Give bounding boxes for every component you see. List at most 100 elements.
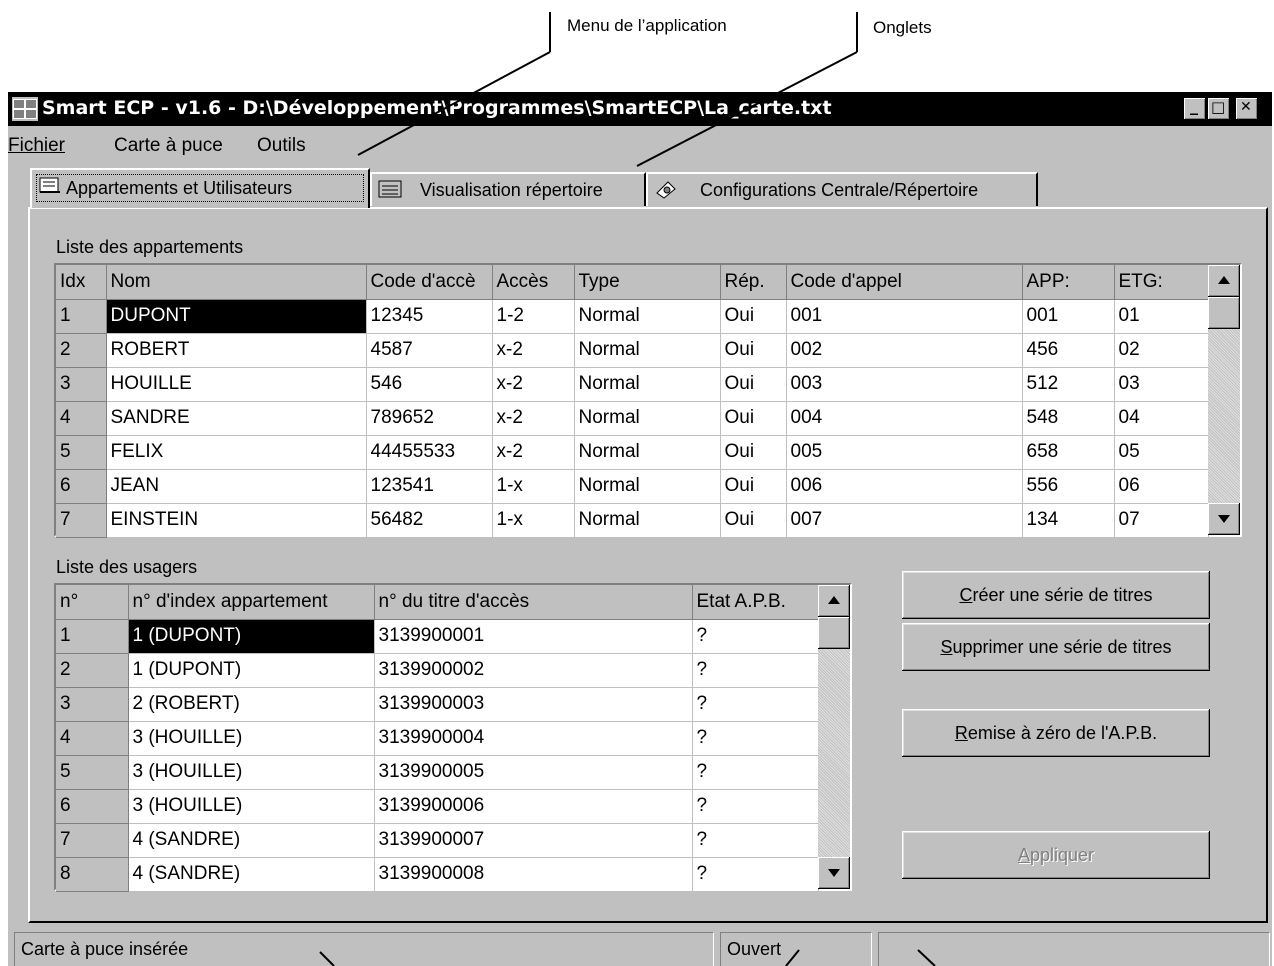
table-cell[interactable]: 6 (56, 469, 107, 504)
close-button[interactable]: ✕ (1236, 98, 1258, 120)
table-cell[interactable]: 2 (56, 333, 107, 368)
column-header[interactable]: n° d'index appartement (128, 585, 375, 620)
scroll-thumb[interactable] (1208, 297, 1240, 329)
table-cell[interactable]: 01 (1114, 299, 1209, 334)
table-row[interactable]: 53 (HOUILLE) 3139900005? (56, 755, 819, 790)
table-cell[interactable]: ? (692, 755, 819, 790)
table-cell[interactable]: 5 (56, 755, 129, 790)
table-cell[interactable]: Oui (720, 435, 787, 470)
table-cell[interactable]: Normal (574, 401, 721, 436)
column-header[interactable]: Nom (106, 265, 367, 300)
table-cell[interactable]: x-2 (492, 435, 575, 470)
scroll-thumb[interactable] (818, 617, 850, 649)
table-cell[interactable]: 6 (56, 789, 129, 824)
table-cell[interactable]: 512 (1022, 367, 1115, 402)
table-cell[interactable]: x-2 (492, 367, 575, 402)
scroll-down-button[interactable] (818, 857, 850, 889)
table-cell[interactable]: 006 (786, 469, 1023, 504)
table-cell[interactable]: 03 (1114, 367, 1209, 402)
column-header[interactable]: ETG: (1114, 265, 1209, 300)
table-cell[interactable]: Oui (720, 503, 787, 538)
menu-carte-a-puce[interactable]: Carte à puce (114, 135, 223, 157)
table-row[interactable]: 11 (DUPONT) 3139900001? (56, 619, 819, 654)
table-cell[interactable]: SANDRE (106, 401, 367, 436)
table-row[interactable]: 74 (SANDRE) 3139900007? (56, 823, 819, 858)
table-cell[interactable]: 1-x (492, 503, 575, 538)
table-cell[interactable]: 658 (1022, 435, 1115, 470)
table-cell[interactable]: Normal (574, 299, 721, 334)
table-cell[interactable]: 005 (786, 435, 1023, 470)
table-cell[interactable]: 123541 (366, 469, 493, 504)
table-cell[interactable]: 004 (786, 401, 1023, 436)
tab-appartements[interactable]: Appartements et Utilisateurs (30, 168, 370, 208)
reset-apb-button[interactable]: Remise à zéro de l'A.P.B. (902, 709, 1210, 757)
table-row[interactable]: 6 JEAN 123541 1-x Normal Oui 006 556 06 (56, 469, 1209, 504)
table-cell[interactable]: 2 (ROBERT) (128, 687, 375, 722)
table-cell[interactable]: x-2 (492, 401, 575, 436)
table-cell[interactable]: 56482 (366, 503, 493, 538)
create-series-button[interactable]: Créer une série de titres (902, 571, 1210, 619)
table-cell[interactable]: 07 (1114, 503, 1209, 538)
column-header[interactable]: n° (56, 585, 129, 620)
menu-outils[interactable]: Outils (257, 135, 306, 157)
table-cell[interactable]: 007 (786, 503, 1023, 538)
table-cell[interactable]: 02 (1114, 333, 1209, 368)
table-row[interactable]: 3 HOUILLE 546 x-2 Normal Oui 003 512 03 (56, 367, 1209, 402)
users-scrollbar[interactable] (818, 585, 850, 889)
table-cell[interactable]: HOUILLE (106, 367, 367, 402)
table-cell[interactable]: 001 (786, 299, 1023, 334)
table-cell[interactable]: Oui (720, 367, 787, 402)
table-cell[interactable]: 3 (HOUILLE) (128, 789, 375, 824)
table-cell[interactable]: Oui (720, 401, 787, 436)
table-cell[interactable]: 1-x (492, 469, 575, 504)
table-row[interactable]: 32 (ROBERT) 3139900003? (56, 687, 819, 722)
table-cell[interactable]: Oui (720, 333, 787, 368)
table-cell[interactable]: 1 (56, 619, 129, 654)
minimize-button[interactable]: _ (1184, 96, 1206, 120)
table-cell[interactable]: ? (692, 721, 819, 756)
table-cell[interactable]: ? (692, 619, 819, 654)
table-cell[interactable]: 06 (1114, 469, 1209, 504)
table-cell[interactable]: ? (692, 823, 819, 858)
table-row[interactable]: 84 (SANDRE) 3139900008? (56, 857, 819, 892)
column-header[interactable]: Accès (492, 265, 575, 300)
column-header[interactable]: n° du titre d'accès (374, 585, 693, 620)
table-cell[interactable]: Normal (574, 469, 721, 504)
delete-series-button[interactable]: Supprimer une série de titres (902, 623, 1210, 671)
table-cell[interactable]: Normal (574, 333, 721, 368)
table-cell[interactable]: Normal (574, 503, 721, 538)
table-row[interactable]: 2 ROBERT 4587 x-2 Normal Oui 002 456 02 (56, 333, 1209, 368)
title-bar[interactable]: Smart ECP - v1.6 - D:\Développement\Prog… (8, 92, 1272, 126)
table-cell[interactable]: 556 (1022, 469, 1115, 504)
table-cell[interactable]: 1 (DUPONT) (128, 653, 375, 688)
table-cell[interactable]: 4 (SANDRE) (128, 857, 375, 892)
tab-configurations[interactable]: Configurations Centrale/Répertoire (646, 172, 1038, 206)
column-header[interactable]: Rép. (720, 265, 787, 300)
apply-button[interactable]: Appliquer (902, 831, 1210, 879)
table-cell[interactable]: 548 (1022, 401, 1115, 436)
table-cell[interactable]: 3 (56, 687, 129, 722)
table-cell[interactable]: ROBERT (106, 333, 367, 368)
tab-visualisation-repertoire[interactable]: Visualisation répertoire (370, 172, 646, 206)
table-cell[interactable]: 3139900007 (374, 823, 693, 858)
table-cell[interactable]: 789652 (366, 401, 493, 436)
table-cell[interactable]: 4587 (366, 333, 493, 368)
table-cell[interactable]: 001 (1022, 299, 1115, 334)
table-cell[interactable]: Oui (720, 469, 787, 504)
table-cell[interactable]: 3139900006 (374, 789, 693, 824)
table-cell[interactable]: 3139900002 (374, 653, 693, 688)
table-cell[interactable]: EINSTEIN (106, 503, 367, 538)
menu-fichier[interactable]: Fichier (8, 135, 65, 157)
table-cell[interactable]: 134 (1022, 503, 1115, 538)
apartments-grid[interactable]: Idx Nom Code d'accè Accès Type Rép. Code d'app… (54, 263, 1242, 538)
table-cell[interactable]: 3139900008 (374, 857, 693, 892)
table-cell[interactable]: x-2 (492, 333, 575, 368)
table-cell[interactable]: 1 (56, 299, 107, 334)
table-cell[interactable]: 546 (366, 367, 493, 402)
table-cell[interactable]: FELIX (106, 435, 367, 470)
column-header[interactable]: Code d'accè (366, 265, 493, 300)
table-cell[interactable]: 3139900004 (374, 721, 693, 756)
column-header[interactable]: Code d'appel (786, 265, 1023, 300)
table-cell[interactable]: 12345 (366, 299, 493, 334)
scroll-up-button[interactable] (1208, 265, 1240, 297)
